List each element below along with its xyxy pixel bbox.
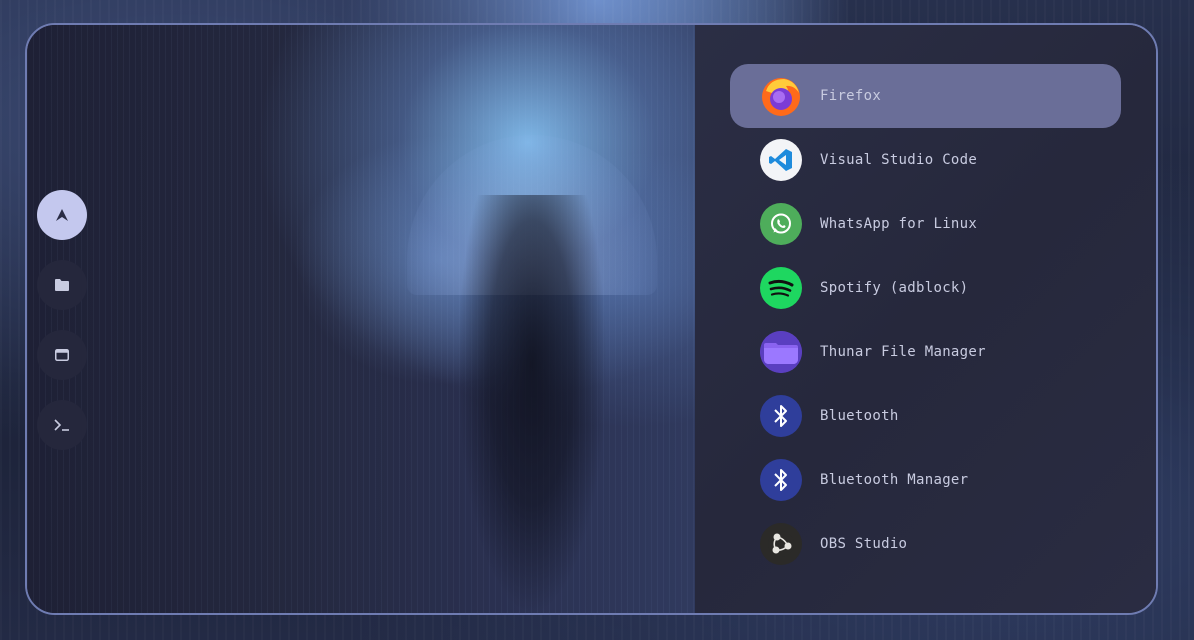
app-label: Visual Studio Code — [820, 152, 978, 168]
app-item-spotify[interactable]: Spotify (adblock) — [730, 256, 1121, 320]
app-label: Firefox — [820, 88, 882, 104]
app-item-thunar[interactable]: Thunar File Manager — [730, 320, 1121, 384]
app-label: Thunar File Manager — [820, 344, 986, 360]
app-label: OBS Studio — [820, 536, 908, 552]
bluetooth-icon — [760, 395, 802, 437]
thunar-icon — [760, 331, 802, 373]
terminal-icon — [54, 419, 69, 431]
hero-figure — [457, 195, 607, 613]
sidebar-apps-button[interactable] — [37, 190, 87, 240]
obs-icon — [760, 523, 802, 565]
sidebar-terminal-button[interactable] — [37, 400, 87, 450]
folder-icon — [55, 279, 69, 291]
app-item-firefox[interactable]: Firefox — [730, 64, 1121, 128]
firefox-icon — [760, 75, 802, 117]
launcher-sidebar — [37, 190, 89, 450]
app-item-whatsapp[interactable]: WhatsApp for Linux — [730, 192, 1121, 256]
sidebar-files-button[interactable] — [37, 260, 87, 310]
window-icon — [55, 349, 69, 361]
app-label: Bluetooth Manager — [820, 472, 969, 488]
vscode-icon — [760, 139, 802, 181]
app-list: Firefox Visual Studio Code WhatsApp for … — [695, 25, 1156, 613]
app-item-bluetooth[interactable]: Bluetooth — [730, 384, 1121, 448]
app-item-vscode[interactable]: Visual Studio Code — [730, 128, 1121, 192]
spotify-icon — [760, 267, 802, 309]
app-item-obs[interactable]: OBS Studio — [730, 512, 1121, 576]
app-label: WhatsApp for Linux — [820, 216, 978, 232]
app-item-bluetooth-manager[interactable]: Bluetooth Manager — [730, 448, 1121, 512]
arch-logo-icon — [56, 209, 68, 221]
app-label: Bluetooth — [820, 408, 899, 424]
app-launcher-window: Firefox Visual Studio Code WhatsApp for … — [25, 23, 1158, 615]
whatsapp-icon — [760, 203, 802, 245]
sidebar-windows-button[interactable] — [37, 330, 87, 380]
app-label: Spotify (adblock) — [820, 280, 969, 296]
bluetooth-icon — [760, 459, 802, 501]
